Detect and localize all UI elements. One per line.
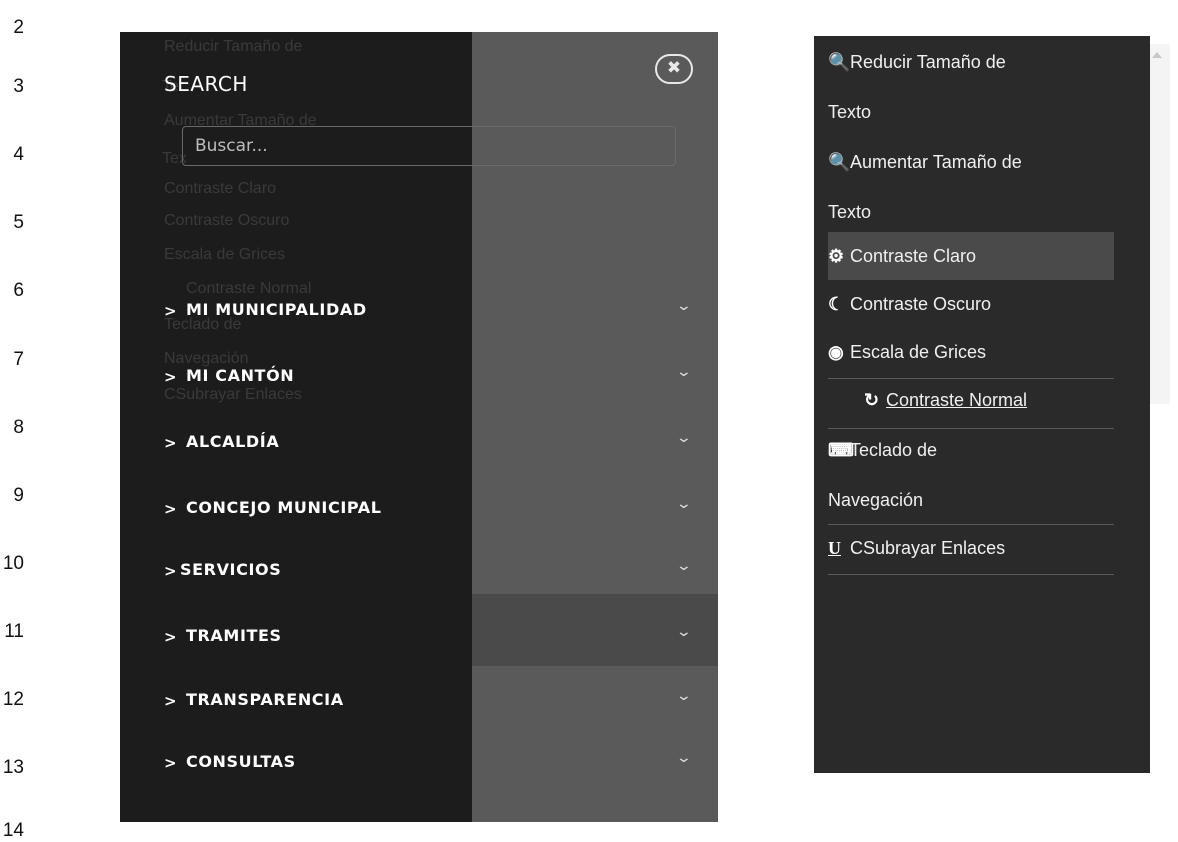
chevron-right-icon: > [164,434,177,452]
normal-contrast-link[interactable]: ↻ Contraste Normal [864,390,1150,411]
chevron-right-icon: > [164,302,177,320]
ghost-item: Contraste Claro [164,180,277,197]
ghost-item: Contraste Oscuro [164,212,290,229]
refresh-icon: ↻ [864,390,880,410]
nav-item-label: TRANSPARENCIA [186,690,344,709]
nav-item-alcaldia[interactable]: > ALCALDÍA ⌄ [120,428,718,468]
increase-text-size-item[interactable]: 🔍Aumentar Tamaño de [828,152,1114,173]
close-icon[interactable]: ✖ [655,54,693,84]
zoom-in-icon: 🔍 [828,152,851,172]
gear-contrast-icon: ⚙ [828,246,845,266]
dark-contrast-item[interactable]: ☾ Contraste Oscuro [828,294,1114,315]
ghost-item: Escala de Grices [164,246,285,263]
grayscale-item[interactable]: ◉ Escala de Grices [828,342,1114,363]
nav-item-label: CONCEJO MUNICIPAL [186,498,382,517]
line-number: 4 [13,144,24,165]
menu-item-label: Contraste Claro [850,246,977,266]
menu-item-label: Escala de Grices [850,342,987,362]
menu-item-label: Reducir Tamaño de [850,52,1006,72]
line-number: 8 [13,417,24,438]
underline-links-item[interactable]: U CSubrayar Enlaces [828,538,1114,559]
search-input[interactable] [182,126,676,166]
menu-item-label: CSubrayar Enlaces [850,538,1006,558]
chevron-right-icon: > [164,754,177,772]
chevron-down-icon[interactable]: ⌄ [676,430,692,446]
chevron-down-icon[interactable]: ⌄ [676,750,692,766]
menu-item-label: Teclado de [850,440,938,460]
menu-item-label: Texto [828,202,872,222]
line-number: 11 [4,621,24,642]
nav-item-mi-municipalidad[interactable]: > MI MUNICIPALIDAD ⌄ [120,296,718,336]
navigation-keyboard-item-cont[interactable]: Navegación [828,490,1114,511]
line-number: 2 [13,17,24,38]
side-nav-overlay: Reducir Tamaño de Te Aumentar Tamaño de … [120,32,718,822]
line-number: 3 [13,76,24,97]
ghost-item: Reducir Tamaño de [164,38,303,55]
line-number: 10 [2,553,24,574]
nav-item-tramites[interactable]: > TRAMITES ⌄ [120,622,718,662]
divider [828,428,1114,429]
keyboard-icon: ⌨ [828,440,854,460]
nav-item-label: MI MUNICIPALIDAD [186,300,367,319]
chevron-down-icon[interactable]: ⌄ [676,688,692,704]
line-number: 9 [13,485,24,506]
line-number: 7 [13,349,24,370]
chevron-down-icon[interactable]: ⌄ [676,496,692,512]
chevron-right-icon: > [164,368,177,386]
nav-item-transparencia[interactable]: > TRANSPARENCIA ⌄ [120,686,718,726]
nav-item-label: ALCALDÍA [186,432,280,451]
nav-item-label: MI CANTÓN [186,366,295,385]
reduce-text-size-item[interactable]: 🔍Reducir Tamaño de [828,52,1114,73]
nav-item-consultas[interactable]: > CONSULTAS ⌄ [120,748,718,788]
nav-item-label: CONSULTAS [186,752,296,771]
navigation-keyboard-item[interactable]: ⌨Teclado de [828,440,1114,461]
menu-item-label: Contraste Oscuro [850,294,992,314]
menu-item-label: Texto [828,102,872,122]
line-number: 5 [13,212,24,233]
moon-icon: ☾ [828,294,845,314]
chevron-down-icon[interactable]: ⌄ [676,298,692,314]
divider [828,378,1114,379]
divider [828,574,1114,575]
line-number: 6 [13,280,24,301]
chevron-right-icon: > [164,628,177,646]
chevron-right-icon: > [164,562,177,580]
line-number-gutter: 2 3 4 5 6 7 8 9 10 11 12 13 14 [0,0,28,841]
chevron-right-icon: > [164,692,177,710]
accessibility-menu: 🔍Reducir Tamaño de Texto 🔍Aumentar Tamañ… [814,36,1150,773]
nav-item-concejo-municipal[interactable]: > CONCEJO MUNICIPAL ⌄ [120,494,718,534]
reduce-text-size-item-cont[interactable]: Texto [828,102,1114,123]
zoom-out-icon: 🔍 [828,52,851,72]
line-number: 12 [2,689,24,710]
nav-item-servicios[interactable]: > SERVICIOS ⌄ [120,556,718,596]
menu-item-label: Contraste Normal [886,390,1028,410]
chevron-down-icon[interactable]: ⌄ [676,624,692,640]
increase-text-size-item-cont[interactable]: Texto [828,202,1114,223]
line-number: 13 [2,757,24,778]
chevron-down-icon[interactable]: ⌄ [676,364,692,380]
nav-item-mi-canton[interactable]: > MI CANTÓN ⌄ [120,362,718,402]
chevron-down-icon[interactable]: ⌄ [676,558,692,574]
divider [828,524,1114,525]
menu-item-label: Navegación [828,490,924,510]
nav-item-label: SERVICIOS [180,560,282,579]
grayscale-icon: ◉ [828,342,844,362]
menu-item-label: Aumentar Tamaño de [850,152,1022,172]
scroll-up-icon[interactable] [1152,52,1162,58]
light-contrast-item[interactable]: ⚙ Contraste Claro [828,246,1114,267]
chevron-right-icon: > [164,500,177,518]
nav-item-label: TRAMITES [186,626,282,645]
underline-icon: U [828,538,841,558]
search-title: SEARCH [164,72,248,96]
